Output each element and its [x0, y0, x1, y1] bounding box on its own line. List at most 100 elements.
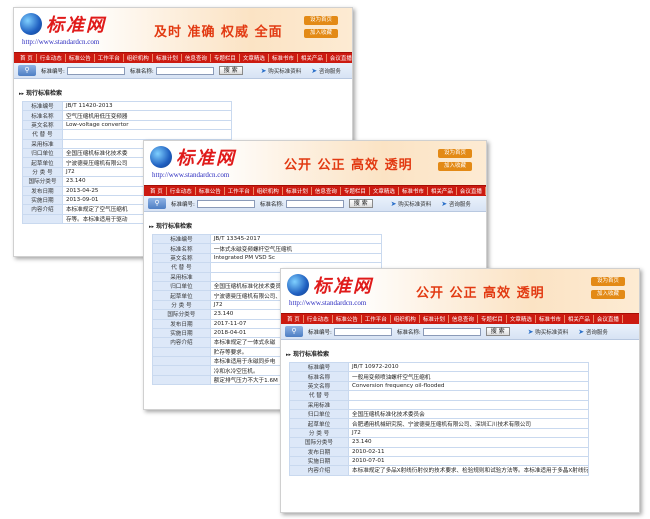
field-label [152, 346, 211, 358]
standard-no-input[interactable] [333, 327, 392, 336]
nav-item[interactable]: 文章精选 [507, 315, 536, 323]
site-header: 标准网 http://www.standardcn.com 及时 准确 权威 全面 设… [14, 8, 352, 52]
field-label: 发布日期 [22, 185, 63, 196]
field-label: 起草单位 [289, 418, 349, 429]
field-value [348, 399, 589, 410]
nav-item[interactable]: 专题栏目 [211, 54, 240, 62]
nav-item[interactable]: 相关产品 [298, 54, 327, 62]
search-button[interactable]: 搜 索 [485, 327, 510, 336]
nav-item[interactable]: 行业动态 [37, 54, 66, 62]
nav-item[interactable]: 工作平台 [362, 315, 391, 323]
add-favorite-button[interactable]: 加入收藏 [591, 290, 625, 299]
standard-name-label: 标准名称: [396, 329, 421, 336]
nav-item[interactable]: 组织机构 [254, 187, 283, 195]
nav-item[interactable]: 专题栏目 [478, 315, 507, 323]
consult-label: 咨询服务 [448, 201, 471, 208]
add-favorite-button[interactable]: 加入收藏 [438, 162, 472, 171]
nav-item[interactable]: 会议直播 [457, 187, 486, 195]
globe-logo-icon [287, 274, 309, 296]
site-url[interactable]: http://www.standardcn.com [22, 38, 99, 46]
standard-detail-table: 标准编号 JB/T 10972-2010 标准名称 一般用变频喷油螺杆空气压缩机 英文名… [289, 361, 589, 476]
nav-item[interactable]: 首 页 [147, 187, 167, 195]
search-button[interactable]: 搜 索 [348, 199, 373, 208]
buy-standards-link[interactable]: ➤ 购买标准资料 [261, 67, 302, 75]
field-label: 实施日期 [152, 327, 211, 339]
nav-item[interactable]: 标准书市 [399, 187, 428, 195]
search-button[interactable]: 搜 索 [218, 66, 243, 75]
nav-item[interactable]: 文章精选 [240, 54, 269, 62]
field-label: 归口单位 [22, 147, 63, 159]
nav-item[interactable]: 组织机构 [124, 54, 153, 62]
nav-item[interactable]: 相关产品 [565, 315, 594, 323]
standard-page-screenshot: 标准网 http://www.standardcn.com 公开 公正 高效 透明 设… [280, 268, 640, 513]
nav-item[interactable]: 专题栏目 [341, 187, 370, 195]
table-row: 代 替 号 [22, 129, 233, 140]
table-row: 英文名称 Integrated PM VSD Sc [152, 252, 383, 264]
site-url[interactable]: http://www.standardcn.com [289, 299, 366, 307]
section-title: 现行标准检索 [281, 340, 639, 362]
nav-item[interactable]: 标准计划 [420, 315, 449, 323]
nav-item[interactable]: 首 页 [284, 315, 304, 323]
set-homepage-button[interactable]: 设为首页 [304, 16, 338, 25]
consult-link[interactable]: ➤ 咨询服务 [578, 328, 608, 336]
site-logo[interactable]: 标准网 [313, 272, 373, 298]
field-label: 归口单位 [152, 280, 211, 292]
set-homepage-button[interactable]: 设为首页 [438, 149, 472, 158]
nav-item[interactable]: 会议直播 [327, 54, 352, 62]
standard-name-input[interactable] [155, 66, 214, 75]
add-favorite-button[interactable]: 加入收藏 [304, 29, 338, 38]
site-url[interactable]: http://www.standardcn.com [152, 171, 229, 179]
field-label: 起草单位 [152, 290, 211, 301]
globe-logo-icon [20, 13, 42, 35]
arrow-icon: ➤ [311, 66, 318, 75]
field-label [152, 356, 211, 367]
arrow-icon: ➤ [441, 199, 448, 208]
consult-link[interactable]: ➤ 咨询服务 [311, 67, 341, 75]
nav-item[interactable]: 组织机构 [391, 315, 420, 323]
nav-item[interactable]: 标准公告 [333, 315, 362, 323]
nav-item[interactable]: 标准公告 [66, 54, 95, 62]
site-slogan: 公开 公正 高效 透明 [416, 286, 545, 301]
nav-item[interactable]: 行业动态 [167, 187, 196, 195]
nav-item[interactable]: 标准书市 [269, 54, 298, 62]
standard-no-input[interactable] [66, 66, 125, 75]
buy-standards-link[interactable]: ➤ 购买标准资料 [528, 328, 569, 336]
search-bar: ⚲ 标准编号: 标准名称: 搜 索 ➤ 购买标准资料 ➤ 咨询服务 [281, 324, 639, 340]
set-homepage-button[interactable]: 设为首页 [591, 277, 625, 286]
nav-item[interactable]: 工作平台 [95, 54, 124, 62]
nav-item[interactable]: 信息查询 [449, 315, 478, 323]
nav-item[interactable]: 会议直播 [594, 315, 623, 323]
table-row: 采用标准 [289, 399, 589, 410]
nav-item[interactable]: 标准公告 [196, 187, 225, 195]
standard-name-input[interactable] [422, 327, 481, 336]
nav-item[interactable]: 标准书市 [536, 315, 565, 323]
nav-item[interactable]: 标准计划 [153, 54, 182, 62]
nav-item[interactable]: 信息查询 [182, 54, 211, 62]
section-title: 现行标准检索 [14, 79, 352, 101]
standard-no-input[interactable] [196, 199, 255, 208]
site-logo[interactable]: 标准网 [46, 11, 106, 37]
field-label: 发布日期 [152, 318, 211, 329]
nav-item[interactable]: 行业动态 [304, 315, 333, 323]
nav-item[interactable]: 标准计划 [283, 187, 312, 195]
nav-item[interactable]: 首 页 [17, 54, 37, 62]
nav-item[interactable]: 文章精选 [370, 187, 399, 195]
field-label: 采用标准 [22, 138, 63, 149]
site-header: 标准网 http://www.standardcn.com 公开 公正 高效 透明 设… [144, 141, 486, 185]
nav-item[interactable]: 信息查询 [312, 187, 341, 195]
field-value: J72 [348, 427, 589, 439]
buy-standards-link[interactable]: ➤ 购买标准资料 [391, 200, 432, 208]
nav-item[interactable]: 相关产品 [428, 187, 457, 195]
table-row: 归口单位 全国压缩机标准化技术委员会 [289, 408, 589, 420]
consult-link[interactable]: ➤ 咨询服务 [441, 200, 471, 208]
field-value: 合肥通用机械研究院、宁波德曼压缩机有限公司、深圳汇川技术有限公司 [348, 418, 589, 429]
field-value: JB/T 11420-2013 [61, 100, 233, 112]
nav-item[interactable]: 工作平台 [225, 187, 254, 195]
field-label: 代 替 号 [152, 262, 211, 273]
table-row: 内容介绍 本标准规定了多品X射线衍射仪的技术要求、检验规则和试验方法等。本标准适用… [289, 465, 589, 476]
field-label: 国际分类号 [152, 309, 211, 320]
site-logo[interactable]: 标准网 [176, 144, 236, 170]
field-label: 发布日期 [289, 446, 349, 457]
standard-name-input[interactable] [285, 199, 344, 208]
search-icon: ⚲ [148, 198, 166, 209]
